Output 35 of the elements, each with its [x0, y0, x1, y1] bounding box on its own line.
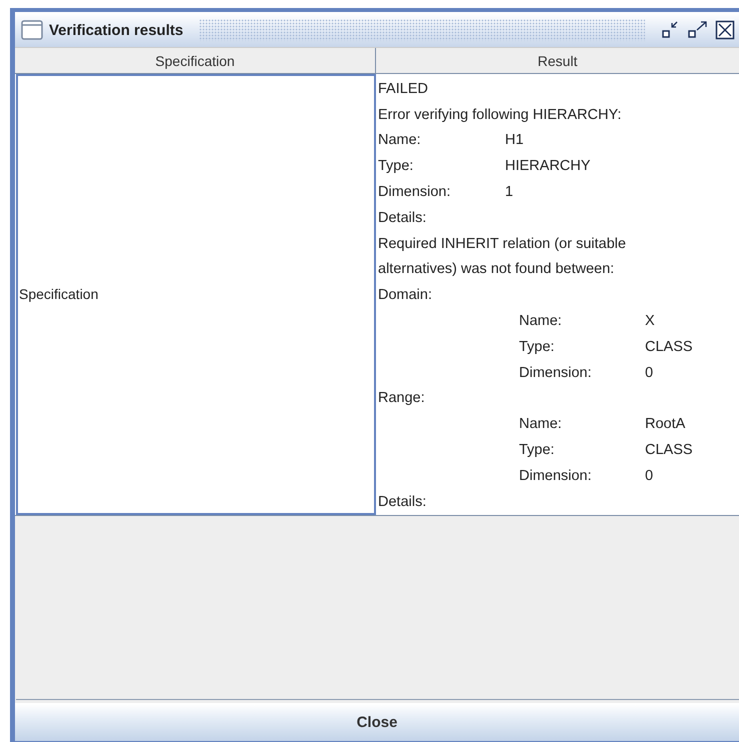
close-button[interactable]: Close [15, 703, 739, 741]
result-text: alternatives) was not found between: [378, 261, 614, 278]
field-value: CLASS [645, 338, 693, 355]
field-label: Type: [519, 442, 556, 458]
field-value: RootA [645, 416, 686, 432]
result-text: FAILED [378, 80, 428, 97]
window-title: Verification results [49, 22, 184, 38]
result-text: Details: [378, 210, 426, 226]
field-label: Name: [519, 313, 563, 330]
window-icon [21, 20, 43, 40]
field-value: X [645, 313, 655, 330]
field-label: Dimension: [519, 468, 593, 484]
result-text: Error verifying following HIERARCHY: [378, 106, 622, 123]
field-label: Name: [519, 416, 563, 432]
field-value: HIERARCHY [505, 158, 590, 174]
field-label: Type: [378, 158, 414, 174]
title-bar-grip[interactable] [199, 19, 645, 41]
result-text: Required INHERIT relation (or suitable [378, 236, 626, 252]
column-header[interactable]: Specification [15, 48, 376, 73]
field-label: Dimension: [378, 184, 452, 200]
result-text: Details: [378, 494, 426, 510]
field-value: 0 [645, 364, 654, 381]
field-label: Name: [378, 132, 422, 148]
field-value: 0 [645, 468, 654, 484]
field-label: Type: [519, 338, 556, 355]
field-label: Dimension: [519, 364, 593, 381]
field-value: 1 [505, 184, 514, 200]
table-cell: Specification [16, 74, 376, 515]
field-value: H1 [505, 132, 524, 148]
close-icon[interactable] [715, 20, 735, 40]
field-value: CLASS [645, 442, 693, 458]
column-header[interactable]: Result [376, 48, 739, 73]
maximize-icon[interactable] [687, 20, 709, 40]
result-text: Domain: [378, 287, 432, 304]
result-text: Range: [378, 390, 425, 406]
